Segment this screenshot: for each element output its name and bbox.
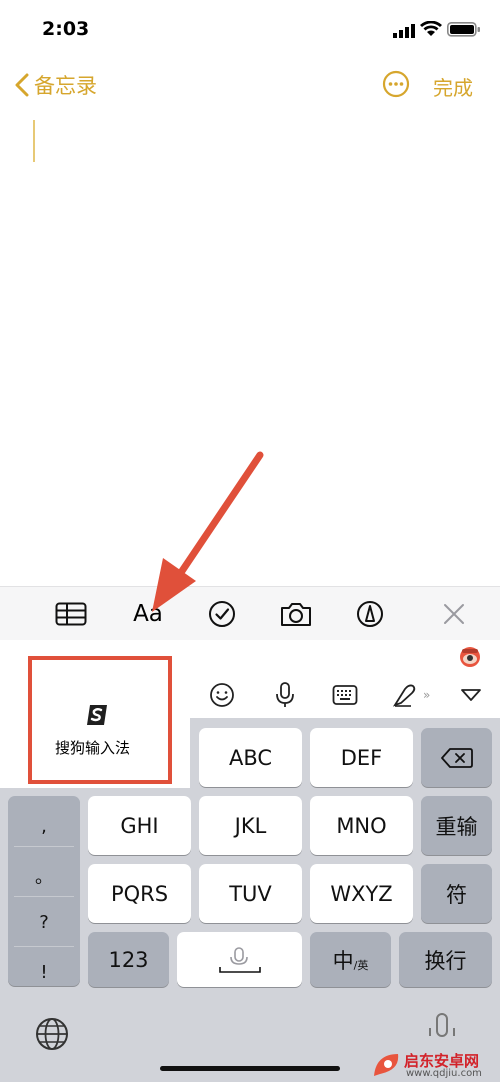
- divider: [14, 946, 74, 947]
- globe-button[interactable]: [34, 1016, 70, 1056]
- camera-button[interactable]: [276, 587, 316, 640]
- symbol-key[interactable]: 符: [421, 864, 492, 923]
- newline-key[interactable]: 换行: [399, 932, 492, 987]
- checklist-icon: [209, 600, 235, 627]
- handwriting-icon: »: [392, 684, 430, 707]
- markup-button[interactable]: [352, 587, 388, 640]
- en-sub-label: /英: [353, 958, 369, 972]
- key-ghi[interactable]: GHI: [88, 796, 191, 855]
- sogou-avatar-icon[interactable]: [458, 645, 482, 671]
- key-tuv[interactable]: TUV: [199, 864, 302, 923]
- key-wxyz[interactable]: WXYZ: [310, 864, 413, 923]
- more-button[interactable]: [382, 70, 410, 98]
- table-icon: [55, 602, 87, 625]
- checklist-button[interactable]: [204, 587, 240, 640]
- key-jkl[interactable]: JKL: [199, 796, 302, 855]
- zh-en-switch-key[interactable]: 中/英: [310, 932, 391, 987]
- handwriting-button[interactable]: »: [390, 672, 436, 718]
- format-button[interactable]: Aa: [126, 587, 170, 640]
- key-123[interactable]: 123: [88, 932, 169, 987]
- hide-keyboard-icon: [461, 689, 481, 701]
- divider: [14, 846, 74, 847]
- voice-button[interactable]: [268, 672, 302, 718]
- annotation-highlight-box: [28, 656, 172, 784]
- back-label: 备忘录: [34, 74, 97, 98]
- chevron-left-icon: [15, 73, 29, 97]
- key-def[interactable]: DEF: [310, 728, 413, 787]
- wifi-icon: [420, 20, 442, 41]
- keyboard-layout-button[interactable]: [328, 672, 362, 718]
- watermark-url: www.qdjiu.com: [406, 1068, 482, 1079]
- keyboard-icon: [332, 685, 358, 705]
- close-icon: [444, 603, 464, 624]
- watermark-logo-icon: [370, 1050, 404, 1084]
- retype-key[interactable]: 重输: [421, 796, 492, 855]
- key-abc[interactable]: ABC: [199, 728, 302, 787]
- table-button[interactable]: [50, 587, 92, 640]
- status-time: 2:03: [42, 18, 90, 40]
- punct-key[interactable]: ,: [8, 803, 80, 850]
- zh-label: 中: [332, 948, 354, 973]
- ellipsis-circle-icon: [382, 70, 410, 98]
- globe-icon: [36, 1018, 68, 1050]
- divider: [14, 896, 74, 897]
- dictation-icon[interactable]: [420, 1012, 464, 1042]
- delete-key[interactable]: [421, 728, 492, 787]
- home-indicator: [160, 1066, 340, 1071]
- key-pqrs[interactable]: PQRS: [88, 864, 191, 923]
- microphone-icon: [276, 682, 294, 707]
- back-button[interactable]: 备忘录: [14, 70, 97, 100]
- signal-icon: [393, 23, 415, 42]
- punct-key[interactable]: ?: [8, 899, 80, 946]
- hide-keyboard-button[interactable]: [454, 672, 488, 718]
- punct-key[interactable]: !: [8, 949, 80, 996]
- emoji-button[interactable]: [204, 672, 240, 718]
- punct-key[interactable]: 。: [8, 852, 80, 899]
- key-mno[interactable]: MNO: [310, 796, 413, 855]
- space-mic-icon: [218, 946, 261, 973]
- battery-icon: [447, 22, 481, 41]
- notes-toolbar: Aa: [0, 586, 500, 640]
- text-cursor: [33, 120, 35, 162]
- svg-text:»: »: [423, 688, 430, 702]
- camera-icon: [281, 602, 311, 626]
- emoji-icon: [210, 683, 234, 707]
- done-button[interactable]: 完成: [433, 72, 473, 101]
- markup-icon: [357, 600, 383, 627]
- close-toolbar-button[interactable]: [436, 587, 472, 640]
- delete-icon: [440, 747, 473, 768]
- space-key[interactable]: [177, 932, 302, 987]
